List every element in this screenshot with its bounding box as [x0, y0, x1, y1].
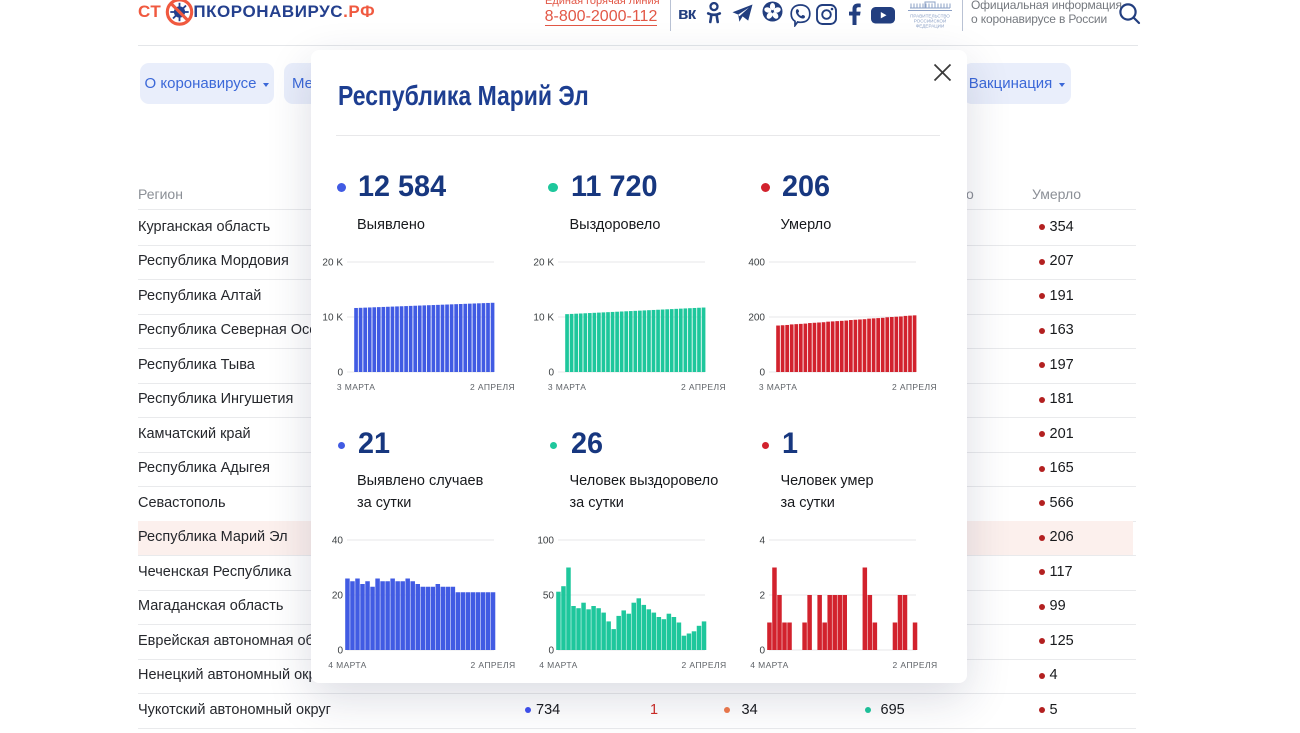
svg-text:2 АПРЕЛЯ: 2 АПРЕЛЯ [470, 660, 515, 670]
svg-text:4 МАРТА: 4 МАРТА [328, 660, 367, 670]
svg-text:4: 4 [759, 536, 765, 547]
svg-text:20 K: 20 K [322, 258, 343, 269]
svg-text:0: 0 [548, 368, 554, 379]
svg-text:400: 400 [748, 258, 765, 269]
svg-text:0: 0 [759, 368, 765, 379]
svg-text:2 АПРЕЛЯ: 2 АПРЕЛЯ [470, 382, 515, 392]
svg-text:0: 0 [759, 646, 765, 657]
svg-text:10 K: 10 K [533, 313, 554, 324]
svg-text:2 АПРЕЛЯ: 2 АПРЕЛЯ [681, 382, 726, 392]
svg-text:0: 0 [337, 646, 343, 657]
svg-text:100: 100 [537, 536, 554, 547]
svg-text:2 АПРЕЛЯ: 2 АПРЕЛЯ [892, 660, 937, 670]
svg-text:3 МАРТА: 3 МАРТА [337, 382, 376, 392]
svg-text:2 АПРЕЛЯ: 2 АПРЕЛЯ [892, 382, 937, 392]
svg-text:20 K: 20 K [533, 258, 554, 269]
svg-text:0: 0 [548, 646, 554, 657]
svg-text:10 K: 10 K [322, 313, 343, 324]
svg-text:РОССИЙСКОЙ: РОССИЙСКОЙ [914, 17, 947, 24]
svg-text:2: 2 [759, 591, 765, 602]
svg-text:0: 0 [337, 368, 343, 379]
svg-text:3 МАРТА: 3 МАРТА [759, 382, 798, 392]
svg-text:40: 40 [332, 536, 344, 547]
svg-text:20: 20 [332, 591, 344, 602]
svg-text:200: 200 [748, 313, 765, 324]
svg-text:2 АПРЕЛЯ: 2 АПРЕЛЯ [681, 660, 726, 670]
svg-text:3 МАРТА: 3 МАРТА [548, 382, 587, 392]
svg-text:4 МАРТА: 4 МАРТА [750, 660, 789, 670]
svg-text:ФЕДЕРАЦИИ: ФЕДЕРАЦИИ [916, 24, 945, 29]
svg-text:50: 50 [543, 591, 555, 602]
svg-text:4 МАРТА: 4 МАРТА [539, 660, 578, 670]
